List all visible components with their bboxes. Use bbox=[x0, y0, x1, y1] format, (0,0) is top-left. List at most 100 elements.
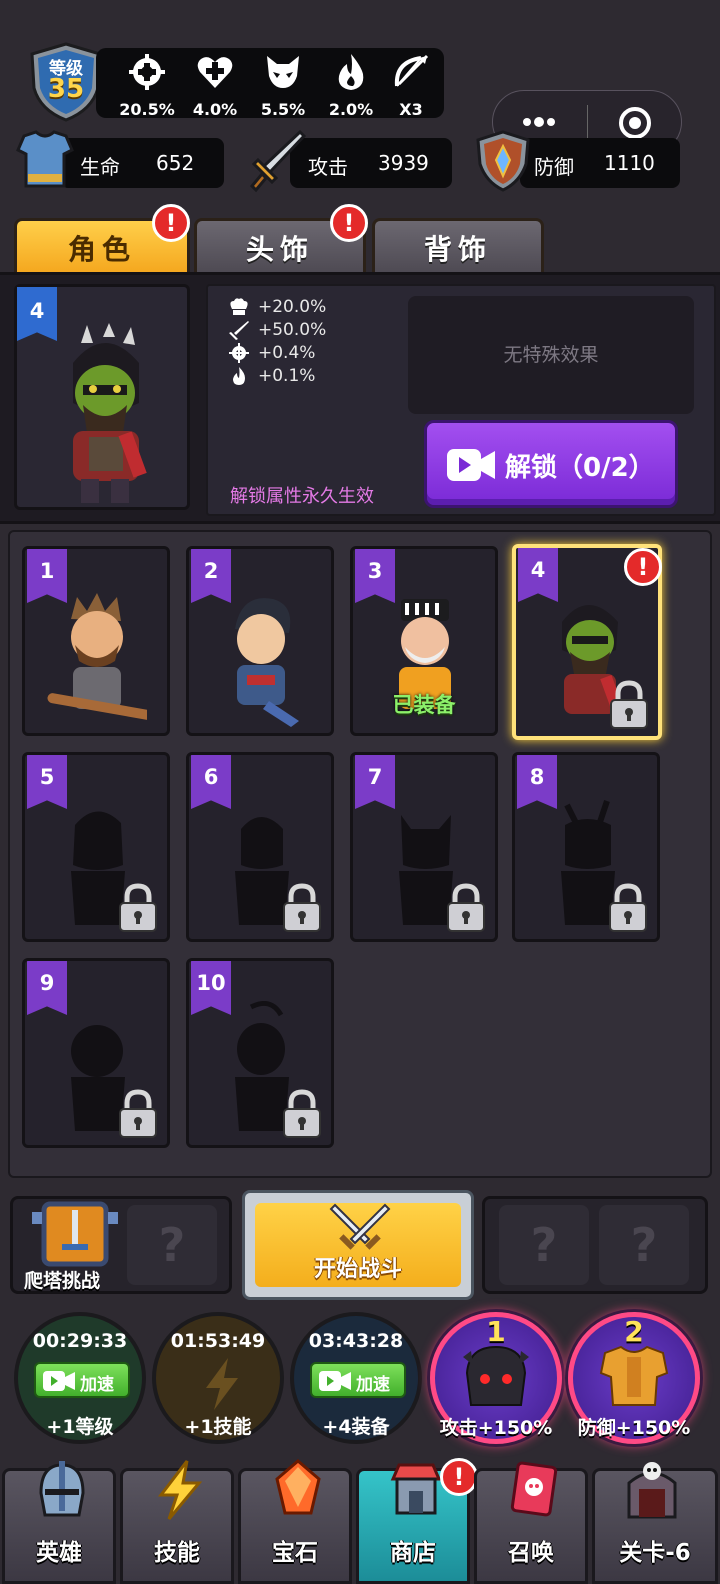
nav-gems[interactable]: 宝石 bbox=[238, 1459, 352, 1584]
hero-slot-5[interactable]: 5 bbox=[22, 752, 170, 942]
hero-slot-9[interactable]: 9 bbox=[22, 958, 170, 1148]
speed-up-button[interactable]: 加速 bbox=[34, 1362, 130, 1398]
nav-label: 宝石 bbox=[272, 1540, 318, 1566]
hero-slot-8[interactable]: 8 bbox=[512, 752, 660, 942]
nav-skills[interactable]: 技能 bbox=[120, 1460, 234, 1584]
stat-value: 4.0% bbox=[192, 100, 238, 119]
skill-timer[interactable]: 01:53:49 +1技能 bbox=[152, 1312, 284, 1444]
tower-sword-icon[interactable] bbox=[30, 1200, 120, 1268]
knight-helmet-icon bbox=[39, 1461, 85, 1517]
slot-number: 4 bbox=[530, 558, 546, 582]
beast-skull-icon bbox=[267, 56, 299, 88]
sword-icon bbox=[249, 129, 307, 193]
summon-scroll-icon bbox=[510, 1461, 558, 1517]
nav-label: 关卡-6 bbox=[619, 1540, 691, 1566]
hero-slot-6[interactable]: 6 bbox=[186, 752, 334, 942]
attr-value: +0.1% bbox=[258, 366, 316, 386]
close-miniapp-icon[interactable] bbox=[617, 105, 653, 141]
right-mode-bar: ? ? bbox=[482, 1196, 708, 1294]
life-box: 生命 652 bbox=[60, 138, 224, 188]
hero-slot-10[interactable]: 10 bbox=[186, 958, 334, 1148]
start-battle-button[interactable]: 开始战斗 bbox=[242, 1190, 474, 1300]
tab-backwear[interactable]: 背饰 bbox=[372, 218, 544, 276]
lock-icon bbox=[119, 1089, 157, 1138]
attr-row: +50.0% bbox=[228, 319, 326, 341]
buff-label: 攻击+150% bbox=[439, 1417, 553, 1439]
slot-number: 1 bbox=[39, 559, 55, 583]
attack-buff[interactable]: 1 攻击+150% bbox=[430, 1312, 562, 1444]
stat-value: 2.0% bbox=[328, 100, 374, 119]
attr-row: +20.0% bbox=[228, 296, 326, 318]
nav-stage[interactable]: 关卡-6 bbox=[592, 1462, 718, 1584]
tower-challenge-label[interactable]: 爬塔挑战 bbox=[24, 1266, 100, 1293]
defense-value: 1110 bbox=[604, 151, 655, 175]
nav-label: 技能 bbox=[154, 1540, 200, 1566]
unlock-button[interactable]: 解锁（0/2） bbox=[424, 420, 678, 508]
attack-value: 3939 bbox=[378, 151, 429, 175]
life-value: 652 bbox=[156, 151, 195, 175]
slot-number: 9 bbox=[39, 971, 55, 995]
hero-slot-3[interactable]: 3 已装备 bbox=[350, 546, 498, 736]
flame-icon bbox=[233, 367, 245, 385]
nav-shop-alert-icon: ! bbox=[440, 1458, 478, 1496]
knight-hero-portrait bbox=[235, 598, 299, 727]
equipped-badge: 已装备 bbox=[392, 693, 456, 717]
hero-4-alert-icon: ! bbox=[624, 548, 662, 586]
fur-armor-icon bbox=[599, 1345, 669, 1406]
nav-heroes[interactable]: 英雄 bbox=[2, 1461, 116, 1584]
bow-icon bbox=[394, 54, 429, 87]
lock-icon bbox=[447, 883, 485, 932]
chef-hat-icon bbox=[230, 298, 248, 315]
lock-icon bbox=[283, 1089, 321, 1138]
buff-label: 防御+150% bbox=[577, 1417, 691, 1439]
shop-icon bbox=[390, 1463, 442, 1515]
crossed-swords-icon bbox=[329, 1203, 391, 1250]
heart-plus-icon bbox=[197, 57, 233, 88]
slot-number: 6 bbox=[203, 765, 219, 789]
attr-row: +0.1% bbox=[228, 365, 315, 387]
nav-summon[interactable]: 召唤 bbox=[474, 1461, 588, 1584]
slot-number: 7 bbox=[367, 765, 383, 789]
dark-helmet-icon bbox=[463, 1345, 529, 1406]
defense-buff[interactable]: 2 防御+150% bbox=[568, 1312, 700, 1444]
hero-slot-2[interactable]: 2 bbox=[186, 546, 334, 736]
monkey-warrior-portrait bbox=[47, 593, 147, 723]
timer-reward: +4装备 bbox=[322, 1416, 390, 1438]
defense-label: 防御 bbox=[534, 155, 574, 179]
unlock-label: 解锁（0/2） bbox=[505, 453, 655, 483]
timer-time: 00:29:33 bbox=[32, 1330, 128, 1352]
stat-crit: 20.5% bbox=[114, 52, 180, 119]
flame-icon bbox=[338, 54, 364, 90]
stat-value: 20.5% bbox=[119, 100, 175, 119]
tab-character-alert-icon: ! bbox=[152, 204, 190, 242]
stat-beast: 5.5% bbox=[250, 52, 316, 119]
video-camera-icon bbox=[43, 1371, 75, 1391]
timer-reward: +1技能 bbox=[184, 1416, 252, 1438]
no-effect-box: 无特殊效果 bbox=[408, 296, 694, 414]
speed-up-label: 加速 bbox=[80, 1375, 114, 1395]
slot-number: 10 bbox=[196, 971, 226, 995]
armor-icon bbox=[16, 130, 74, 188]
speed-up-button[interactable]: 加速 bbox=[310, 1362, 406, 1398]
lock-icon bbox=[610, 680, 648, 729]
speed-up-label: 加速 bbox=[356, 1375, 390, 1395]
unlock-note: 解锁属性永久生效 bbox=[230, 486, 374, 507]
level-timer[interactable]: 00:29:33 加速 +1等级 bbox=[14, 1312, 146, 1444]
stat-heal: 4.0% bbox=[182, 52, 248, 119]
skull-gate-icon bbox=[627, 1462, 677, 1519]
hero-slot-7[interactable]: 7 bbox=[350, 752, 498, 942]
equipment-timer[interactable]: 03:43:28 加速 +4装备 bbox=[290, 1312, 422, 1444]
video-camera-icon bbox=[447, 449, 495, 481]
attr-row: +0.4% bbox=[228, 342, 315, 364]
hero-slot-1[interactable]: 1 bbox=[22, 546, 170, 736]
level-shield: 等级 35 bbox=[26, 42, 106, 122]
nav-label: 英雄 bbox=[36, 1540, 82, 1566]
stat-strip: 20.5% 4.0% 5.5% 2.0% X3 bbox=[96, 48, 444, 119]
capsule-divider bbox=[587, 105, 588, 141]
lightning-icon bbox=[157, 1460, 203, 1520]
crosshair-icon bbox=[229, 343, 249, 363]
attack-box: 攻击 3939 bbox=[290, 138, 452, 188]
timer-time: 01:53:49 bbox=[170, 1330, 266, 1352]
orc-hero-portrait bbox=[73, 323, 147, 503]
stat-value: X3 bbox=[399, 100, 423, 119]
